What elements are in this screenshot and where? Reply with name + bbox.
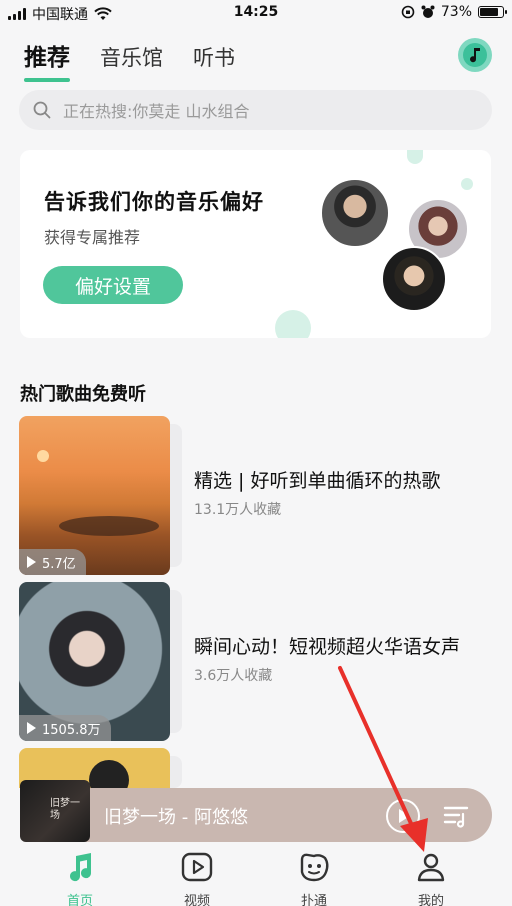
alarm-icon (421, 5, 435, 18)
cover-stack (168, 590, 182, 733)
playlist-title[interactable]: 瞬间心动！短视频超火华语女声 (194, 632, 460, 659)
tab-music-hall[interactable]: 音乐馆 (100, 42, 163, 72)
person-icon (417, 853, 445, 882)
status-bar: 中国联通 14:25 73% (0, 0, 512, 26)
decor-bubble (407, 150, 423, 164)
playlist-title[interactable]: 精选 | 好听到单曲循环的热歌 (194, 466, 440, 493)
nav-label: 扑通 (300, 894, 327, 906)
search-bar[interactable]: 正在热搜:你莫走 山水组合 (19, 90, 492, 130)
cover-decor (89, 760, 129, 788)
nav-label: 我的 (417, 894, 444, 906)
battery-icon (478, 6, 507, 18)
rotation-lock-icon (401, 5, 415, 19)
cover-text: 旧梦一场 (50, 798, 80, 821)
search-icon (33, 101, 51, 119)
nav-putong[interactable]: 扑通 (284, 850, 344, 906)
cover-stack (168, 424, 182, 567)
play-count: 1505.8万 (42, 722, 101, 738)
nav-mine[interactable]: 我的 (401, 850, 461, 906)
play-icon (399, 809, 410, 823)
tab-recommend[interactable]: 推荐 (24, 38, 70, 82)
card-subtitle: 获得专属推荐 (44, 228, 141, 247)
cover-stack (168, 756, 182, 788)
preference-card: 告诉我们你的音乐偏好 获得专属推荐 偏好设置 (20, 150, 491, 338)
mini-player[interactable]: 旧梦一场 旧梦一场 - 阿悠悠 (20, 780, 492, 842)
now-playing-cover[interactable]: 旧梦一场 (20, 780, 90, 842)
nav-label: 视频 (183, 894, 210, 906)
playlist-favorites: 13.1万人收藏 (194, 502, 282, 518)
nav-home[interactable]: 首页 (50, 850, 110, 906)
status-right: 73% (401, 4, 507, 20)
play-count-badge: 1505.8万 (19, 715, 111, 741)
playlist-cover[interactable]: 5.7亿 (19, 416, 170, 575)
rocks-decor (59, 516, 159, 536)
decor-bubble (461, 178, 473, 190)
playlist-favorites: 3.6万人收藏 (194, 668, 273, 684)
top-tabs: 推荐 音乐馆 听书 (24, 38, 235, 82)
battery-percent: 73% (440, 4, 472, 20)
tab-audiobooks[interactable]: 听书 (193, 42, 235, 72)
playlist-icon[interactable] (442, 802, 470, 830)
play-icon (27, 722, 36, 734)
section-title: 热门歌曲免费听 (20, 384, 146, 405)
music-note-icon (70, 853, 92, 882)
music-note-icon (463, 43, 487, 67)
artist-avatar[interactable] (381, 246, 447, 312)
decor-bubble (275, 310, 311, 338)
play-count: 5.7亿 (42, 556, 76, 572)
nav-video[interactable]: 视频 (167, 850, 227, 906)
play-button[interactable] (386, 799, 420, 833)
artist-avatar[interactable] (320, 178, 390, 248)
preference-settings-button[interactable]: 偏好设置 (43, 266, 183, 304)
video-play-icon (181, 852, 213, 882)
bottom-nav: 首页 视频 扑通 我的 (0, 842, 512, 906)
sun-decor (37, 450, 49, 462)
emoji-face-icon (300, 853, 329, 882)
music-player-button[interactable] (458, 38, 492, 72)
now-playing-title[interactable]: 旧梦一场 - 阿悠悠 (104, 803, 248, 829)
nav-label: 首页 (66, 894, 93, 906)
playlist-cover[interactable]: 1505.8万 (19, 582, 170, 741)
card-title: 告诉我们你的音乐偏好 (44, 190, 264, 214)
search-placeholder: 正在热搜:你莫走 山水组合 (63, 102, 250, 121)
play-icon (27, 556, 36, 568)
play-count-badge: 5.7亿 (19, 549, 86, 575)
